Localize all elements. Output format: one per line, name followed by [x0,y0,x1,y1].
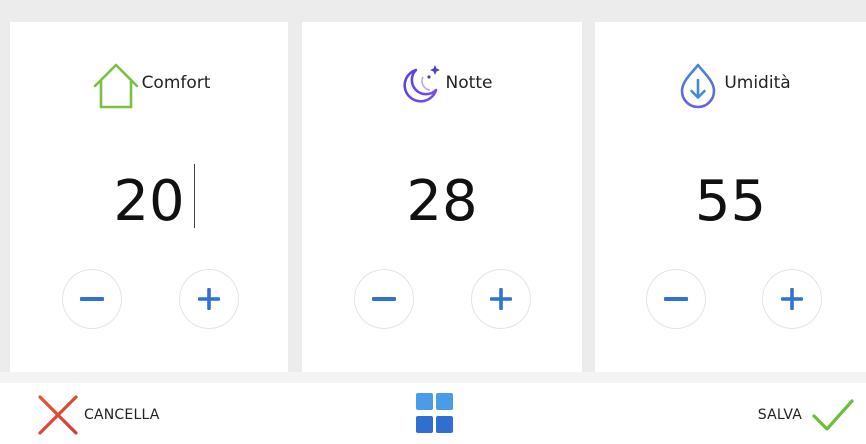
notte-header: Notte [302,56,582,112]
plus-icon [198,288,220,310]
umidita-card: Umidità 55 [595,22,866,372]
minus-icon [372,297,396,301]
divider [0,372,866,383]
comfort-decrement-button[interactable] [63,270,121,328]
checkmark-icon [812,399,854,431]
umidita-header: Umidità [595,56,866,112]
umidita-value-input[interactable]: 55 [595,162,866,242]
comfort-increment-button[interactable] [180,270,238,328]
comfort-label: Comfort [141,73,211,93]
notte-label: Notte [445,73,493,93]
settings-panels: Comfort 20 Notte 28 Umidità 55 CANCELLA … [0,0,866,444]
comfort-card: Comfort 20 [10,22,288,372]
moon-stars-icon [392,56,448,112]
plus-icon [781,288,803,310]
close-icon [38,395,78,435]
save-button[interactable]: SALVA [758,392,856,438]
notte-card: Notte 28 [302,22,582,372]
umidita-label: Umidità [724,73,791,93]
umidita-decrement-button[interactable] [647,270,705,328]
cancel-label: CANCELLA [84,407,160,423]
notte-decrement-button[interactable] [355,270,413,328]
cancel-button[interactable]: CANCELLA [36,392,160,438]
save-label: SALVA [757,407,802,423]
comfort-header: Comfort [10,56,288,112]
minus-icon [80,297,104,301]
text-cursor [194,164,195,228]
umidita-increment-button[interactable] [763,270,821,328]
notte-increment-button[interactable] [472,270,530,328]
menu-grid-button[interactable] [404,388,462,444]
comfort-value-input[interactable]: 20 [10,162,288,242]
notte-value-input[interactable]: 28 [302,162,582,242]
minus-icon [664,297,688,301]
plus-icon [490,288,512,310]
water-drop-down-icon [670,56,726,112]
home-icon [88,56,144,112]
